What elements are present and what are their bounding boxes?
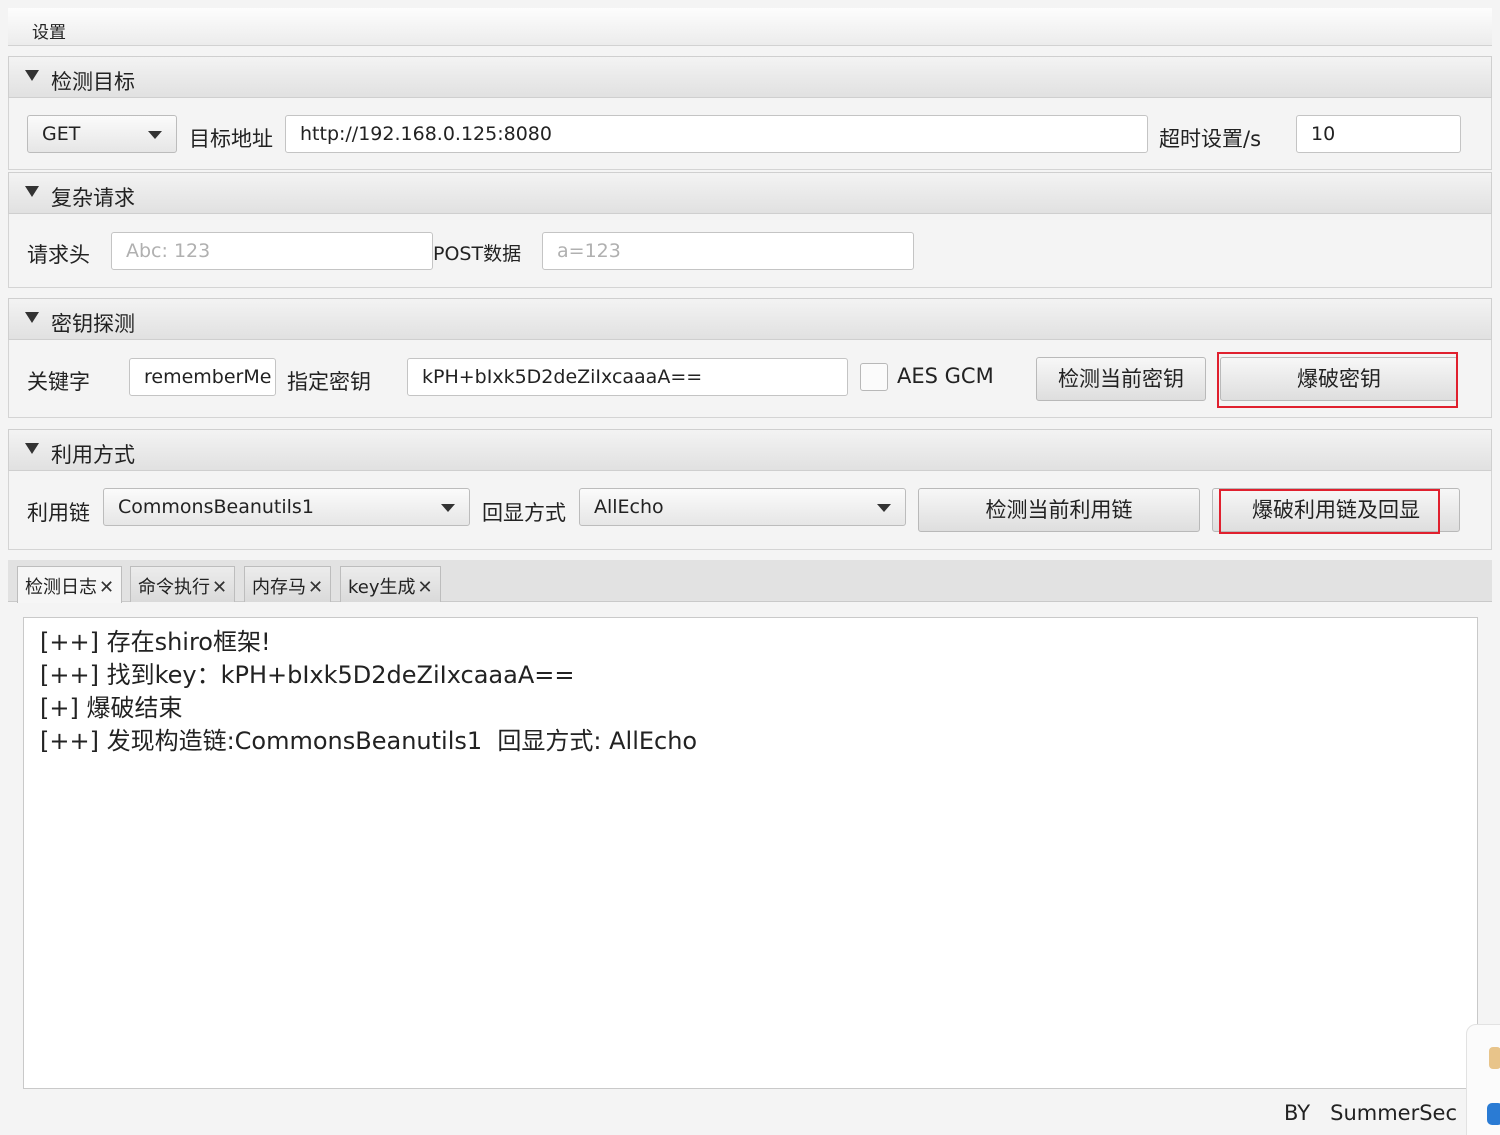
section-body-complex: 请求头 Abc: 123 POST数据 a=123 (8, 214, 1492, 288)
section-title-complex: 复杂请求 (51, 186, 135, 210)
tab-memshell[interactable]: 内存马 ✕ (244, 566, 332, 602)
section-header-key[interactable]: 密钥探测 (8, 298, 1492, 340)
echo-select-value: AllEcho (594, 496, 664, 518)
timeout-label: 超时设置/s (1159, 127, 1262, 151)
headers-label: 请求头 (27, 243, 90, 267)
url-input[interactable]: http://192.168.0.125:8080 (285, 115, 1148, 153)
log-line: [++] 找到key：kPH+bIxk5D2deZiIxcaaaA== (40, 661, 575, 689)
echo-label: 回显方式 (482, 501, 566, 525)
close-icon[interactable]: ✕ (308, 577, 323, 598)
aes-gcm-checkbox[interactable] (860, 363, 888, 391)
aes-gcm-label[interactable]: AES GCM (897, 364, 994, 388)
floating-widget[interactable] (1466, 1024, 1500, 1135)
keyword-input[interactable]: rememberMe (129, 358, 276, 396)
detect-chain-button[interactable]: 检测当前利用链 (918, 488, 1200, 532)
echo-select[interactable]: AllEcho (579, 488, 906, 526)
section-body-exploit: 利用链 CommonsBeanutils1 回显方式 AllEcho 检测当前利… (8, 471, 1492, 550)
tab-key-gen[interactable]: key生成 ✕ (340, 566, 441, 602)
tab-label: 命令执行 (138, 577, 210, 598)
section-header-exploit[interactable]: 利用方式 (8, 429, 1492, 471)
widget-icon (1487, 1103, 1500, 1125)
widget-icon (1489, 1047, 1500, 1069)
section-body-target: GET 目标地址 http://192.168.0.125:8080 超时设置/… (8, 98, 1492, 170)
specified-key-label: 指定密钥 (287, 370, 371, 394)
log-output[interactable]: [++] 存在shiro框架! [++] 找到key：kPH+bIxk5D2de… (23, 617, 1478, 1089)
tab-label: 内存马 (252, 577, 306, 598)
chevron-down-icon (877, 504, 891, 512)
tab-bar: 检测日志 ✕ 命令执行 ✕ 内存马 ✕ key生成 ✕ (8, 560, 1492, 603)
footer-credit: BY SummerSec (1284, 1101, 1458, 1125)
menu-bar: 设置 (8, 8, 1492, 46)
section-title-exploit: 利用方式 (51, 443, 135, 467)
brute-key-button[interactable]: 爆破密钥 (1220, 357, 1458, 401)
log-line: [+] 爆破结束 (40, 694, 183, 722)
log-line: [++] 发现构造链:CommonsBeanutils1 回显方式: AllEc… (40, 727, 698, 755)
chain-select-value: CommonsBeanutils1 (118, 496, 314, 518)
collapse-triangle-icon[interactable] (25, 443, 39, 454)
detect-key-button[interactable]: 检测当前密钥 (1036, 357, 1206, 401)
specified-key-input[interactable]: kPH+bIxk5D2deZiIxcaaaA== (407, 358, 848, 396)
chevron-down-icon (148, 131, 162, 139)
keyword-label: 关键字 (27, 370, 90, 394)
chevron-down-icon (441, 504, 455, 512)
close-icon[interactable]: ✕ (99, 577, 114, 598)
section-header-complex[interactable]: 复杂请求 (8, 172, 1492, 214)
brute-chain-button[interactable]: 爆破利用链及回显 (1212, 488, 1460, 532)
method-select-value: GET (42, 123, 81, 145)
chain-select[interactable]: CommonsBeanutils1 (103, 488, 470, 526)
log-line: [++] 存在shiro框架! (40, 628, 271, 656)
section-title-target: 检测目标 (51, 70, 135, 94)
section-body-key: 关键字 rememberMe 指定密钥 kPH+bIxk5D2deZiIxcaa… (8, 340, 1492, 418)
menu-settings[interactable]: 设置 (32, 18, 66, 43)
tab-label: 检测日志 (25, 577, 97, 598)
section-title-key: 密钥探测 (51, 312, 135, 336)
tab-detect-log[interactable]: 检测日志 ✕ (17, 566, 123, 603)
method-select[interactable]: GET (27, 115, 177, 153)
post-data-input[interactable]: a=123 (542, 232, 914, 270)
tab-command-exec[interactable]: 命令执行 ✕ (130, 566, 236, 602)
tab-label: key生成 (348, 577, 416, 598)
headers-input[interactable]: Abc: 123 (111, 232, 433, 270)
collapse-triangle-icon[interactable] (25, 186, 39, 197)
close-icon[interactable]: ✕ (418, 577, 433, 598)
close-icon[interactable]: ✕ (212, 577, 227, 598)
collapse-triangle-icon[interactable] (25, 312, 39, 323)
timeout-input[interactable]: 10 (1296, 115, 1461, 153)
post-label: POST数据 (433, 243, 522, 265)
collapse-triangle-icon[interactable] (25, 70, 39, 81)
section-header-target[interactable]: 检测目标 (8, 56, 1492, 98)
url-label: 目标地址 (189, 127, 273, 151)
chain-label: 利用链 (27, 501, 90, 525)
